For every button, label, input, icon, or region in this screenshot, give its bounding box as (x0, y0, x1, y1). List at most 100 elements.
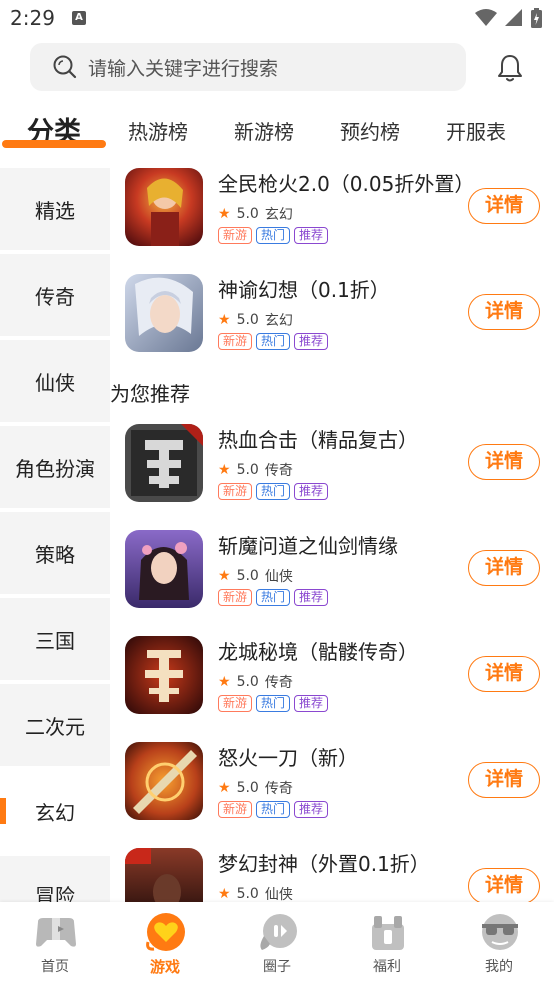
sidebar-item-three-kingdoms[interactable]: 三国 (0, 598, 110, 680)
game-meta: ★ 5.0 传奇 (218, 672, 293, 692)
game-meta: ★ 5.0 仙侠 (218, 566, 293, 586)
tag-recommended: 推荐 (294, 801, 329, 818)
game-title: 斩魔问道之仙剑情缘 (218, 534, 398, 558)
detail-button[interactable]: 详情 (468, 762, 540, 798)
game-title: 梦幻封神（外置0.1折） (218, 852, 430, 876)
game-icon (125, 636, 203, 714)
detail-button[interactable]: 详情 (468, 656, 540, 692)
game-genre: 传奇 (264, 781, 293, 797)
tag-hot: 热门 (256, 483, 291, 500)
section-title: 为您推荐 (110, 382, 190, 406)
game-list: 全民枪火2.0（0.05折外置） ★ 5.0 玄幻 新游 热门 推荐 详情 神谕幻想（0… (110, 160, 554, 902)
game-item[interactable]: 梦幻封神（外置0.1折） ★ 5.0 仙侠 详情 (110, 844, 554, 902)
game-meta: ★ 5.0 玄幻 (218, 204, 293, 224)
search-bar[interactable]: 请输入关键字进行搜索 (30, 43, 466, 91)
game-tags: 新游 热门 推荐 (218, 227, 329, 244)
game-meta: ★ 5.0 仙侠 (218, 884, 293, 902)
star-icon: ★ (218, 674, 231, 690)
nav-label: 福利 (373, 959, 401, 975)
tag-new: 新游 (218, 695, 253, 712)
game-item[interactable]: 斩魔问道之仙剑情缘 ★ 5.0 仙侠 新游 热门 推荐 详情 (110, 526, 554, 626)
sidebar-item-featured[interactable]: 精选 (0, 168, 110, 250)
game-rating: 5.0 (236, 568, 259, 584)
game-title: 龙城秘境（骷髅传奇） (218, 640, 418, 664)
game-rating: 5.0 (236, 674, 259, 690)
sidebar-item-label: 冒险 (35, 884, 75, 902)
nav-benefits[interactable]: 福利 (332, 902, 442, 984)
tag-hot: 热门 (256, 801, 291, 818)
tab-hot-games[interactable]: 热游榜 (128, 116, 188, 145)
tag-new: 新游 (218, 801, 253, 818)
game-tags: 新游 热门 推荐 (218, 589, 329, 606)
sidebar-item-legend[interactable]: 传奇 (0, 254, 110, 336)
star-icon: ★ (218, 568, 231, 584)
nav-games[interactable]: 游戏 (110, 902, 220, 984)
game-genre: 传奇 (264, 675, 293, 691)
face-sunglasses-icon (482, 914, 518, 950)
sidebar-item-label: 仙侠 (35, 370, 75, 395)
tag-hot: 热门 (256, 227, 291, 244)
sidebar-item-adventure[interactable]: 冒险 (0, 856, 110, 902)
game-icon (125, 742, 203, 820)
game-title: 热血合击（精品复古） (218, 428, 418, 452)
sidebar-item-rpg[interactable]: 角色扮演 (0, 426, 110, 508)
gamepad-icon (36, 918, 76, 947)
game-genre: 传奇 (264, 463, 293, 479)
sidebar-item-label: 三国 (35, 628, 75, 653)
game-item[interactable]: 神谕幻想（0.1折） ★ 5.0 玄幻 新游 热门 推荐 详情 (110, 270, 554, 370)
tab-new-games[interactable]: 新游榜 (234, 116, 294, 145)
tag-hot: 热门 (256, 695, 291, 712)
bottom-navigation: 首页 游戏 圈子 福利 我的 (0, 902, 554, 984)
sidebar-active-marker (0, 798, 6, 824)
detail-button[interactable]: 详情 (468, 188, 540, 224)
game-icon (125, 848, 203, 902)
sidebar-item-anime[interactable]: 二次元 (0, 684, 110, 766)
tag-recommended: 推荐 (294, 333, 329, 350)
tag-new: 新游 (218, 483, 253, 500)
nav-community[interactable]: 圈子 (222, 902, 332, 984)
tag-hot: 热门 (256, 589, 291, 606)
detail-button[interactable]: 详情 (468, 294, 540, 330)
game-item[interactable]: 龙城秘境（骷髅传奇） ★ 5.0 传奇 新游 热门 推荐 详情 (110, 632, 554, 732)
tag-recommended: 推荐 (294, 695, 329, 712)
detail-button[interactable]: 详情 (468, 444, 540, 480)
game-icon (125, 530, 203, 608)
tag-recommended: 推荐 (294, 227, 329, 244)
bell-icon[interactable] (494, 52, 526, 84)
star-icon: ★ (218, 886, 231, 902)
game-item[interactable]: 全民枪火2.0（0.05折外置） ★ 5.0 玄幻 新游 热门 推荐 详情 (110, 164, 554, 264)
signal-icon (505, 9, 522, 26)
tag-new: 新游 (218, 333, 253, 350)
detail-button[interactable]: 详情 (468, 550, 540, 586)
game-tags: 新游 热门 推荐 (218, 695, 329, 712)
sidebar-item-label: 二次元 (25, 714, 85, 739)
game-item[interactable]: 怒火一刀（新） ★ 5.0 传奇 新游 热门 推荐 详情 (110, 738, 554, 838)
active-tab-indicator (2, 140, 106, 148)
search-icon (53, 55, 77, 79)
game-rating: 5.0 (236, 312, 259, 328)
sidebar-item-label: 策略 (35, 542, 75, 567)
sidebar-item-label: 角色扮演 (15, 456, 95, 481)
game-genre: 玄幻 (264, 313, 293, 329)
star-icon: ★ (218, 462, 231, 478)
game-rating: 5.0 (236, 462, 259, 478)
tag-recommended: 推荐 (294, 483, 329, 500)
game-rating: 5.0 (236, 780, 259, 796)
sidebar-item-fantasy[interactable]: 玄幻 (0, 770, 110, 852)
wifi-icon (475, 9, 497, 26)
nav-label: 圈子 (263, 959, 291, 975)
tab-reservation[interactable]: 预约榜 (340, 116, 400, 145)
game-item[interactable]: 热血合击（精品复古） ★ 5.0 传奇 新游 热门 推荐 详情 (110, 420, 554, 520)
tab-server-list[interactable]: 开服表 (446, 116, 506, 145)
sidebar-item-xianxia[interactable]: 仙侠 (0, 340, 110, 422)
game-icon (125, 168, 203, 246)
sidebar-item-strategy[interactable]: 策略 (0, 512, 110, 594)
nav-profile[interactable]: 我的 (444, 902, 554, 984)
game-meta: ★ 5.0 传奇 (218, 460, 293, 480)
status-bar: 2:29 A (0, 0, 554, 38)
game-rating: 5.0 (236, 206, 259, 222)
game-icon (125, 274, 203, 352)
nav-home[interactable]: 首页 (0, 902, 110, 984)
detail-button[interactable]: 详情 (468, 868, 540, 902)
chat-bubble-icon (260, 914, 297, 950)
